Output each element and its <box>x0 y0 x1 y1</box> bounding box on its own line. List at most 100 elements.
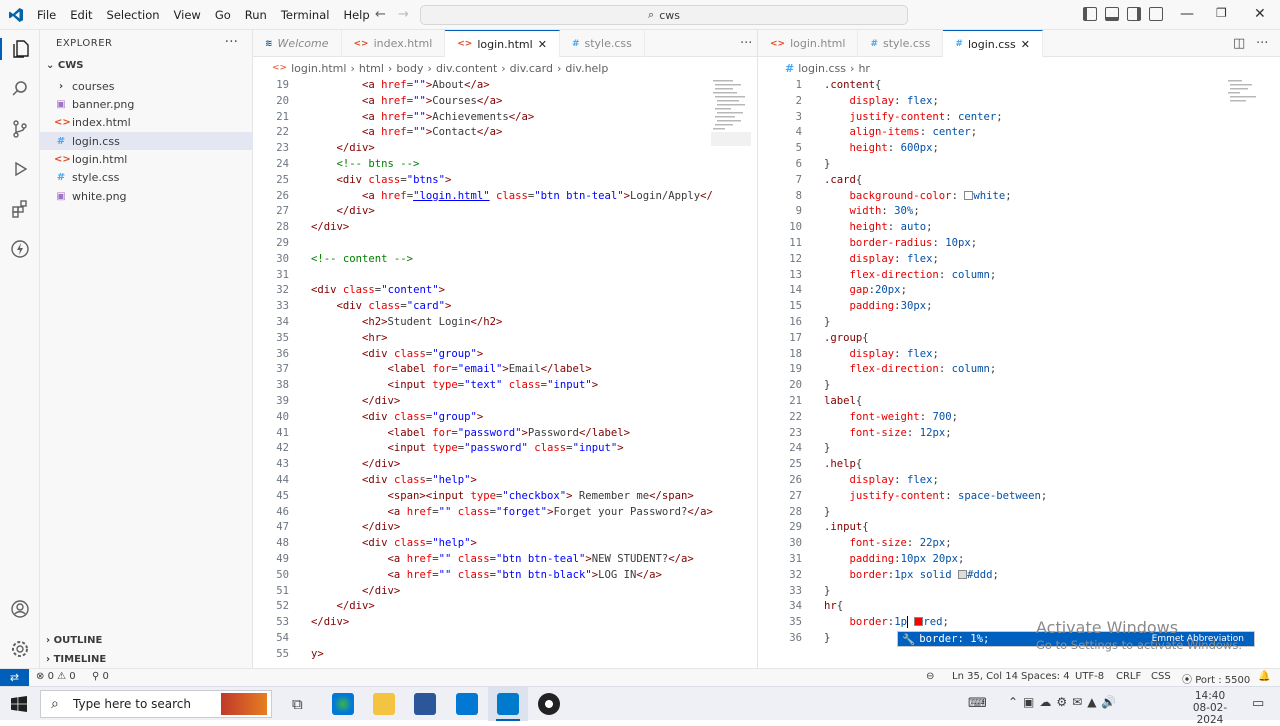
back-arrow-icon[interactable]: ← <box>375 7 386 22</box>
more-actions-icon[interactable]: ··· <box>740 36 752 51</box>
code-line: <a href="" class="forget">Forget your Pa… <box>311 505 713 518</box>
line-number: 43 <box>276 458 289 471</box>
file-item-login-html[interactable]: <> login.html <box>40 150 253 168</box>
notification-center-icon[interactable]: ▭ <box>1252 696 1264 711</box>
code-line: } <box>824 631 831 644</box>
menu-selection[interactable]: Selection <box>100 0 167 30</box>
zoom-icon[interactable]: ⊖ <box>926 671 934 682</box>
encoding[interactable]: UTF-8 <box>1075 671 1104 682</box>
remote-indicator-icon[interactable]: ⇄ <box>0 669 29 687</box>
line-number: 52 <box>276 600 289 613</box>
windows-start-icon[interactable] <box>11 696 27 712</box>
line-number: 51 <box>276 584 289 597</box>
ports-indicator[interactable]: ⚲ 0 <box>92 671 109 682</box>
toggle-secondary-sidebar-icon[interactable] <box>1127 7 1141 21</box>
menu-go[interactable]: Go <box>208 0 238 30</box>
menu-help[interactable]: Help <box>336 0 376 30</box>
minimize-icon[interactable]: — <box>1180 6 1194 22</box>
line-ending[interactable]: CRLF <box>1116 671 1141 682</box>
toggle-sidebar-icon[interactable] <box>1083 7 1097 21</box>
search-view-icon[interactable] <box>9 78 31 100</box>
menu-view[interactable]: View <box>167 0 208 30</box>
obs-studio-icon[interactable] <box>538 693 560 715</box>
code-line: <div class="content"> <box>311 284 445 297</box>
indentation[interactable]: Spaces: 4 <box>1021 671 1070 682</box>
cursor-position[interactable]: Ln 35, Col 14 <box>952 671 1018 682</box>
breadcrumb-item[interactable]: div.card <box>510 62 553 75</box>
vscode-taskbar-item[interactable] <box>488 687 528 721</box>
menu-run[interactable]: Run <box>238 0 274 30</box>
close-window-icon[interactable]: ✕ <box>1254 6 1266 22</box>
system-tray-icons[interactable]: ⌃▣☁⚙✉▲🔊 <box>1008 695 1121 709</box>
close-tab-icon[interactable]: ✕ <box>1021 38 1030 51</box>
tab-style-css[interactable]: # style.css <box>560 30 645 57</box>
file-item-index-html[interactable]: <> index.html <box>40 113 253 131</box>
notifications-bell-icon[interactable]: 🔔 <box>1258 671 1270 682</box>
left-editor-tabs: ≋ Welcome <> index.html <> login.html ✕ # sty… <box>253 30 757 57</box>
menu-file[interactable]: File <box>30 0 63 30</box>
tab-style-css[interactable]: # style.css <box>858 30 944 57</box>
css-source-code[interactable]: .content{ display: flex; justify-content… <box>824 78 1047 647</box>
code-line: <span><input type="checkbox"> Remember m… <box>311 489 694 502</box>
problems-indicator[interactable]: ⊗ 0 ⚠ 0 <box>36 671 76 682</box>
file-explorer-icon[interactable] <box>373 693 395 715</box>
workspace-folder[interactable]: ⌄ CWS <box>46 60 83 71</box>
tab-login-css[interactable]: # login.css ✕ <box>943 30 1043 57</box>
breadcrumb-item[interactable]: hr <box>858 62 870 75</box>
breadcrumb-item[interactable]: body <box>396 62 423 75</box>
keyboard-icon[interactable]: ⌨ <box>968 696 987 711</box>
breadcrumb-item[interactable]: login.css <box>798 62 846 75</box>
explorer-icon[interactable] <box>0 38 40 60</box>
html-file-icon: <> <box>353 38 369 49</box>
file-item-white-png[interactable]: ▣ white.png <box>40 187 253 205</box>
line-number: 29 <box>276 236 289 249</box>
split-editor-icon[interactable]: ◫ <box>1233 36 1245 51</box>
extensions-icon[interactable] <box>9 198 31 220</box>
microsoft-store-icon[interactable] <box>414 693 436 715</box>
file-item-banner[interactable]: ▣ banner.png <box>40 95 253 113</box>
task-view-icon[interactable]: ⧉ <box>292 695 303 713</box>
customize-layout-icon[interactable] <box>1149 7 1163 21</box>
minimap[interactable] <box>1226 78 1266 108</box>
language-mode[interactable]: CSS <box>1151 671 1171 682</box>
tab-login-html[interactable]: <> login.html <box>758 30 859 57</box>
line-number: 27 <box>276 205 289 218</box>
account-icon[interactable] <box>9 598 31 620</box>
file-item-style-css[interactable]: # style.css <box>40 168 253 186</box>
menu-edit[interactable]: Edit <box>63 0 99 30</box>
file-item-courses[interactable]: › courses <box>40 77 253 95</box>
live-share-icon[interactable] <box>9 238 31 260</box>
breadcrumb-item[interactable]: div.content <box>436 62 497 75</box>
live-server-port[interactable]: ⦿ Port : 5500 <box>1182 671 1250 686</box>
more-actions-icon[interactable]: ··· <box>225 34 238 50</box>
edge-browser-icon[interactable] <box>332 693 354 715</box>
forward-arrow-icon[interactable]: → <box>398 7 409 22</box>
html-source-code[interactable]: <a href="">About</a> <a href="">Courses<… <box>311 78 713 662</box>
source-control-icon[interactable] <box>9 118 31 140</box>
mail-icon[interactable] <box>456 693 478 715</box>
timeline-section[interactable]: › TIMELINE <box>46 654 106 665</box>
file-item-login-css[interactable]: # login.css <box>40 132 253 150</box>
manage-gear-icon[interactable] <box>9 638 31 660</box>
right-code-editor[interactable]: 1 2 3 4 5 6 7 8 9 10 11 12 13 14 15 16 17 18 19 20 21 22 23 24 2… <box>758 78 1280 668</box>
toggle-panel-icon[interactable] <box>1105 7 1119 21</box>
radio-tower-icon: ⦿ <box>1182 675 1196 686</box>
menu-terminal[interactable]: Terminal <box>274 0 337 30</box>
minimap[interactable] <box>711 78 751 148</box>
clock[interactable]: 14:40 08-02-2024 <box>1180 690 1240 726</box>
more-actions-icon[interactable]: ··· <box>1256 36 1268 51</box>
run-debug-icon[interactable] <box>9 158 31 180</box>
breadcrumb-item[interactable]: login.html <box>291 62 346 75</box>
left-code-editor[interactable]: 19 20 21 22 23 24 25 26 27 28 29 30 31 32 33 34 35 36 37 38… <box>253 78 757 668</box>
close-tab-icon[interactable]: ✕ <box>538 38 547 51</box>
outline-section[interactable]: › OUTLINE <box>46 635 102 646</box>
breadcrumb-item[interactable]: div.help <box>565 62 608 75</box>
command-center-search[interactable]: ⌕ cws <box>420 5 908 25</box>
maximize-icon[interactable]: ❐ <box>1216 6 1227 20</box>
code-line: </div> <box>311 458 401 471</box>
tab-login-html[interactable]: <> login.html ✕ <box>445 30 560 57</box>
breadcrumb-item[interactable]: html <box>359 62 384 75</box>
tab-index-html[interactable]: <> index.html <box>342 30 446 57</box>
taskbar-search-input[interactable]: ⌕ Type here to search <box>40 690 272 718</box>
tab-welcome[interactable]: ≋ Welcome <box>253 30 342 57</box>
